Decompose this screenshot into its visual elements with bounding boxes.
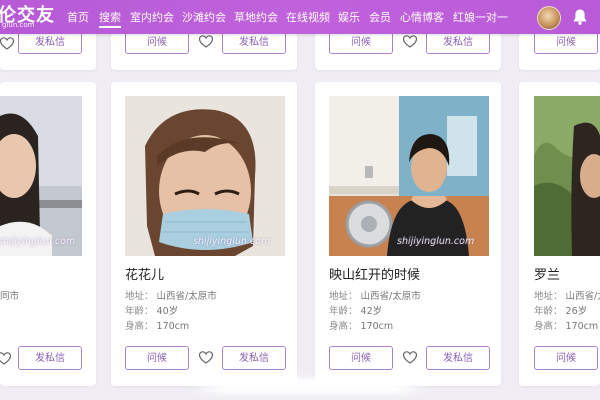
greet-button[interactable]: 问候 bbox=[534, 346, 598, 370]
photo-watermark: shijiyinglun.com bbox=[397, 236, 475, 247]
heart-icon[interactable] bbox=[199, 35, 213, 48]
greet-button[interactable]: 问候 bbox=[125, 346, 189, 370]
height-label: 身高： bbox=[125, 321, 154, 332]
profile-name[interactable]: 映山红开的时候 bbox=[329, 264, 420, 283]
nav-home[interactable]: 首页 bbox=[67, 9, 89, 25]
nav-online-video[interactable]: 在线视频 bbox=[286, 9, 330, 25]
address-row: 地址： 山西省/太原市 bbox=[125, 288, 217, 302]
address-value: 山西省/太原市 bbox=[156, 291, 217, 302]
age-label: 年龄： bbox=[125, 306, 154, 317]
height-row: 身高： 170cm bbox=[125, 318, 189, 332]
profile-card-2: shijiyinglun.com 花花儿 地址： 山西省/太原市 年龄： 40岁… bbox=[111, 82, 297, 386]
greet-button[interactable]: 问候 bbox=[329, 346, 393, 370]
profile-card-4: 罗兰 地址： 山西省/太原市 年龄： 26岁 身高： 170cm 问候 bbox=[519, 82, 600, 386]
nav-matchmaker[interactable]: 红娘一对一 bbox=[453, 9, 508, 25]
nav-indoor-date[interactable]: 室内约会 bbox=[130, 9, 174, 25]
profile-photo[interactable] bbox=[534, 96, 600, 256]
address-value: 同市 bbox=[0, 291, 20, 302]
address-label: 地址： bbox=[534, 291, 563, 302]
height-row: 身高： 170cm bbox=[534, 318, 598, 332]
age-label: 年龄： bbox=[329, 306, 358, 317]
address-row: 地址： 山西省/太原市 bbox=[534, 288, 600, 302]
message-button[interactable]: 发私信 bbox=[426, 346, 490, 370]
profile-card-3: shijiyinglun.com 映山红开的时候 地址： 山西省/太原市 年龄：… bbox=[315, 82, 501, 386]
top-navbar: 伦交友 glun.com 首页 搜索 室内约会 沙滩约会 草地约会 在线视频 娱… bbox=[0, 0, 600, 34]
profile-card-1: shijiyinglun.com 同市 发私信 bbox=[0, 82, 96, 386]
profile-name[interactable]: 罗兰 bbox=[534, 264, 560, 283]
heart-icon[interactable] bbox=[0, 352, 11, 365]
profile-photo-image bbox=[125, 96, 285, 256]
nav-grass-date[interactable]: 草地约会 bbox=[234, 9, 278, 25]
nav-entertainment[interactable]: 娱乐 bbox=[338, 9, 360, 25]
profile-photo-image bbox=[329, 96, 489, 256]
site-logo[interactable]: 伦交友 glun.com bbox=[0, 1, 60, 31]
address-label: 地址： bbox=[329, 291, 358, 302]
address-row: 地址： 山西省/太原市 bbox=[329, 288, 421, 302]
address-value: 山西省/太原市 bbox=[565, 291, 600, 302]
blur-overlay bbox=[190, 378, 430, 394]
age-label: 年龄： bbox=[534, 306, 563, 317]
height-value: 170cm bbox=[565, 321, 599, 332]
bell-icon[interactable] bbox=[572, 8, 588, 26]
nav-search[interactable]: 搜索 bbox=[99, 9, 121, 28]
user-avatar[interactable] bbox=[537, 6, 561, 30]
nav-beach-date[interactable]: 沙滩约会 bbox=[182, 9, 226, 25]
age-row: 年龄： 42岁 bbox=[329, 303, 382, 317]
nav-membership[interactable]: 会员 bbox=[369, 9, 391, 25]
age-row: 年龄： 40岁 bbox=[125, 303, 178, 317]
photo-watermark: shijiyinglun.com bbox=[0, 236, 76, 247]
age-value: 26岁 bbox=[565, 306, 588, 317]
heart-icon[interactable] bbox=[403, 35, 417, 48]
profile-photo[interactable]: shijiyinglun.com bbox=[125, 96, 285, 256]
heart-icon[interactable] bbox=[0, 37, 14, 50]
heart-icon[interactable] bbox=[403, 351, 417, 364]
height-value: 170cm bbox=[360, 321, 394, 332]
logo-domain: glun.com bbox=[2, 21, 35, 29]
height-value: 170cm bbox=[156, 321, 190, 332]
height-label: 身高： bbox=[534, 321, 563, 332]
address-value: 山西省/太原市 bbox=[360, 291, 421, 302]
profile-photo[interactable]: shijiyinglun.com bbox=[0, 96, 82, 256]
height-row: 身高： 170cm bbox=[329, 318, 393, 332]
nav-mood-blog[interactable]: 心情博客 bbox=[400, 9, 444, 25]
message-button[interactable]: 发私信 bbox=[18, 346, 82, 370]
profile-name[interactable]: 花花儿 bbox=[125, 264, 164, 283]
age-row: 年龄： 26岁 bbox=[534, 303, 587, 317]
age-value: 40岁 bbox=[156, 306, 179, 317]
message-button[interactable]: 发私信 bbox=[222, 346, 286, 370]
profile-photo-image bbox=[0, 96, 82, 256]
age-value: 42岁 bbox=[360, 306, 383, 317]
address-label: 地址： bbox=[125, 291, 154, 302]
height-label: 身高： bbox=[329, 321, 358, 332]
profile-photo[interactable]: shijiyinglun.com bbox=[329, 96, 489, 256]
photo-watermark: shijiyinglun.com bbox=[193, 236, 271, 247]
profile-photo-image bbox=[534, 96, 600, 256]
heart-icon[interactable] bbox=[199, 351, 213, 364]
